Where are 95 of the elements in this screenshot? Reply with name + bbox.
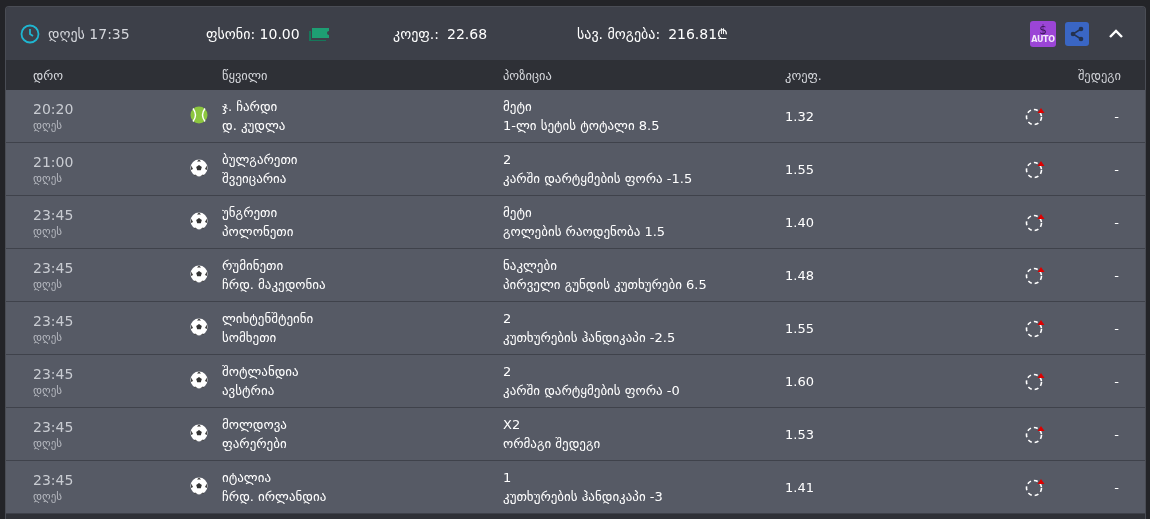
bet-market: კუთხურების ჰანდიკაპი -3 [503,488,664,506]
team-name: შვეიცარია [222,170,288,188]
team-name: უნგრეთი [222,204,279,222]
pending-status-icon [1025,159,1047,179]
bet-pick: 2 [503,310,513,328]
event-day: დღეს [33,172,190,184]
bet-pick: მეტი [503,98,533,116]
odds-value: 1.55 [785,319,815,338]
column-header: პოზიცია [503,67,553,83]
bet-pick: 2 [503,363,513,381]
event-day: დღეს [33,225,190,237]
pending-status-icon [1025,318,1047,338]
event-time: 23:45 [33,313,75,328]
result-value: - [1114,426,1120,442]
result-value: - [1114,267,1120,283]
event-time: 21:00 [33,154,75,169]
ticket-icon [307,25,330,42]
event-time: 23:45 [33,472,75,487]
soccer-ball-icon [190,370,208,389]
event-time: 23:45 [33,260,75,275]
bet-market: ორმაგი შედეგი [503,435,602,453]
tennis-ball-icon [190,105,208,124]
bet-market: კუთხურების ჰანდიკაპი -2.5 [503,329,677,347]
pending-status-icon [1025,371,1047,391]
bet-market: პირველი გუნდის კუთხურები 6.5 [503,276,708,294]
team-name: მოლდოვა [222,416,288,434]
odds-value: 1.60 [785,372,815,391]
result-value: - [1114,161,1120,177]
team-name: შოტლანდია [222,363,300,381]
share-icon [1069,25,1085,42]
soccer-ball-icon [190,211,208,230]
soccer-ball-icon [190,317,208,336]
bet-pick: 1 [503,469,513,487]
odds-value: 1.32 [785,107,815,126]
result-value: - [1114,373,1120,389]
soccer-ball-icon [190,264,208,283]
bet-date: დღეს 17:35 [48,25,130,42]
team-name: ბულგარეთი [222,151,299,169]
odds-value: 1.48 [785,266,815,285]
bet-market: კარში დარტყმების ფორა -1.5 [503,170,694,188]
total-odds-value: 22.68 [447,25,488,42]
event-day: დღეს [33,437,190,449]
soccer-ball-icon [190,476,208,495]
team-name: რუმინეთი [222,257,285,275]
pending-status-icon [1025,477,1047,497]
team-name: პოლონეთი [222,223,295,241]
bet-pick: ნაკლები [503,257,558,275]
event-day: დღეს [33,278,190,290]
bet-pick: მეტი [503,204,533,222]
column-header: კოეფ. [785,67,823,83]
event-day: დღეს [33,384,190,396]
bet-market: გოლების რაოდენობა 1.5 [503,223,667,241]
event-day: დღეს [33,119,190,131]
team-name: ავსტრია [222,382,276,400]
pending-status-icon [1025,424,1047,444]
odds-value: 1.53 [785,425,815,444]
soccer-ball-icon [190,158,208,177]
team-name: ფარერები [222,435,288,453]
pending-status-icon [1025,106,1047,126]
bet-market: 1-ლი სეტის ტოტალი 8.5 [503,117,661,135]
bet-pick: 2 [503,151,513,169]
team-name: ჯ. ჩარდი [222,98,279,116]
event-time: 23:45 [33,207,75,222]
event-time: 20:20 [33,101,75,116]
event-time: 23:45 [33,366,75,381]
potential-win-value: 216.81₾ [668,25,729,43]
team-name: ჩრდ. ირლანდია [222,488,328,506]
potential-win-label: სავ. მოგება: [577,25,661,42]
bet-pick: X2 [503,416,522,434]
odds-value: 1.40 [785,213,815,232]
total-odds-label: კოეფ.: [393,25,439,42]
event-day: დღეს [33,331,190,343]
result-value: - [1114,479,1120,495]
team-name: ჩრდ. მაკედონია [222,276,327,294]
result-value: - [1114,320,1120,336]
clock-icon [20,23,40,44]
odds-value: 1.41 [785,478,815,497]
column-header: წყვილი [222,67,269,83]
pending-status-icon [1025,265,1047,285]
team-name: ლიხტენშტეინი [222,310,315,328]
event-time: 23:45 [33,419,75,434]
team-name: იტალია [222,469,272,487]
pending-status-icon [1025,212,1047,232]
auto-cashout-button[interactable]: $ AUTO [1030,20,1056,47]
team-name: დ. კუდლა [222,117,287,135]
result-value: - [1114,214,1120,230]
column-header: შედეგი [1077,67,1122,83]
result-value: - [1114,108,1120,124]
soccer-ball-icon [190,423,208,442]
team-name: სომხეთი [222,329,278,347]
event-day: დღეს [33,490,190,502]
stake-amount: ფსონი: 10.00 [206,25,300,42]
bet-market: კარში დარტყმების ფორა -0 [503,382,681,400]
odds-value: 1.55 [785,160,815,179]
column-header: დრო [33,67,64,83]
